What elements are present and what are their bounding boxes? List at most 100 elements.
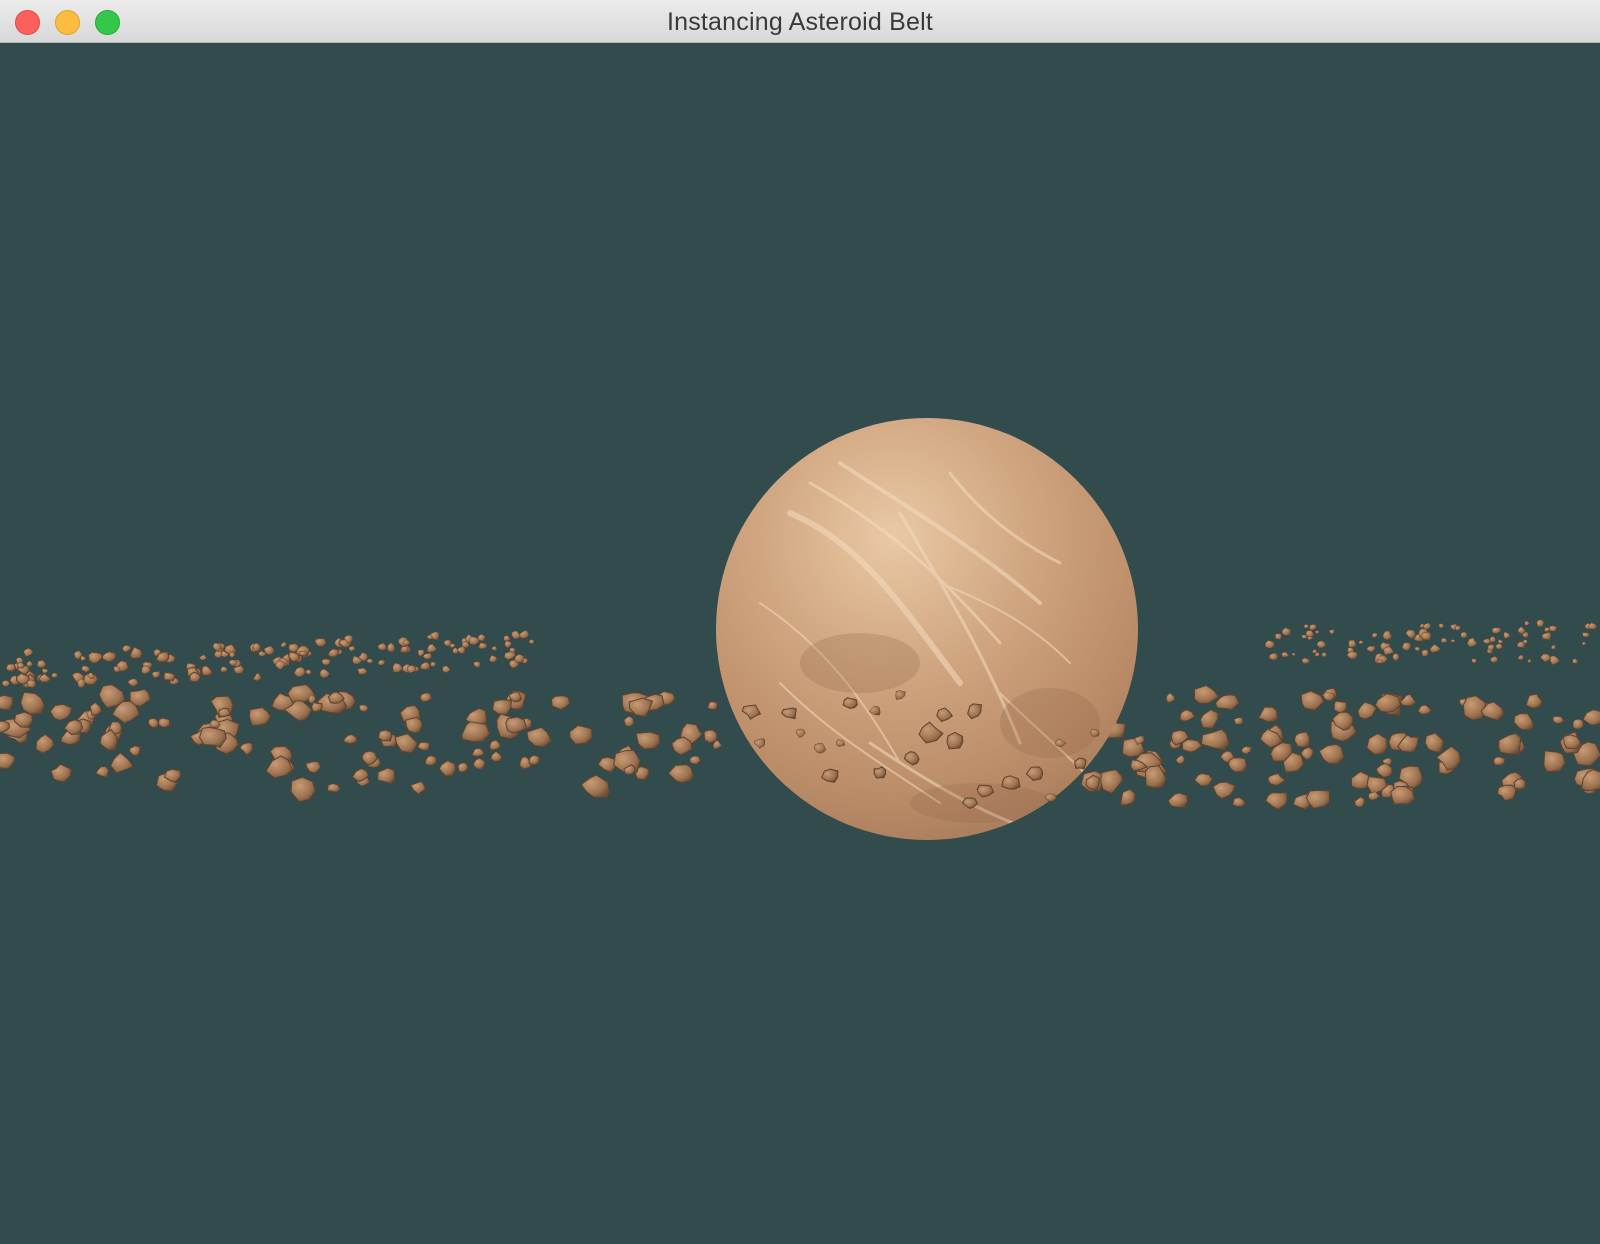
asteroid	[528, 639, 535, 644]
asteroid	[1268, 652, 1279, 661]
asteroid	[416, 741, 431, 752]
app-window: Instancing Asteroid Belt	[0, 0, 1600, 1244]
asteroid	[1375, 762, 1393, 779]
asteroid	[1424, 732, 1444, 754]
asteroid	[1366, 733, 1388, 756]
asteroid	[1429, 643, 1442, 653]
asteroid	[27, 679, 36, 688]
asteroid	[1193, 772, 1214, 787]
asteroid	[1543, 750, 1566, 773]
asteroid	[1536, 619, 1545, 628]
asteroid	[628, 697, 654, 718]
asteroid	[305, 669, 313, 675]
asteroid	[1383, 646, 1395, 656]
asteroid	[1231, 796, 1246, 808]
asteroid	[1541, 631, 1552, 641]
asteroid	[217, 707, 231, 718]
asteroid	[248, 706, 272, 727]
asteroid	[873, 766, 886, 779]
asteroid	[569, 724, 593, 745]
window-title: Instancing Asteroid Belt	[666, 8, 934, 36]
asteroid	[198, 726, 227, 749]
asteroid	[409, 780, 427, 796]
asteroid	[1134, 735, 1145, 745]
asteroid	[473, 661, 481, 668]
asteroid	[1315, 629, 1320, 634]
asteroid	[1074, 757, 1087, 770]
asteroid	[1525, 693, 1543, 709]
asteroid	[1552, 716, 1565, 724]
asteroid	[946, 731, 964, 750]
asteroid	[1423, 622, 1431, 630]
asteroid	[1257, 706, 1279, 723]
asteroid	[1581, 632, 1590, 638]
asteroid	[689, 755, 701, 765]
asteroid	[503, 651, 516, 661]
asteroid	[1167, 792, 1189, 808]
asteroid	[366, 658, 374, 664]
asteroid	[343, 733, 358, 745]
asteroid	[1417, 704, 1433, 716]
asteroid	[293, 666, 306, 678]
asteroid	[488, 739, 502, 751]
asteroid	[163, 671, 176, 682]
asteroid	[348, 645, 356, 652]
asteroid	[1305, 789, 1331, 810]
asteroid	[290, 776, 316, 803]
asteroid	[1462, 695, 1488, 721]
asteroid	[37, 660, 47, 668]
asteroid	[1571, 658, 1579, 664]
asteroid	[1460, 631, 1468, 639]
asteroid	[1346, 651, 1358, 660]
asteroid	[624, 715, 635, 727]
asteroid	[1100, 769, 1123, 795]
asteroid	[1199, 709, 1219, 729]
asteroid	[1357, 701, 1378, 720]
asteroid	[424, 754, 437, 766]
asteroid	[0, 752, 16, 770]
asteroid	[1497, 639, 1504, 644]
asteroid	[420, 661, 430, 670]
asteroid	[1491, 627, 1502, 634]
asteroid	[1166, 692, 1176, 703]
asteroid	[1267, 772, 1287, 787]
asteroid	[1305, 629, 1315, 638]
asteroid	[1517, 654, 1525, 661]
asteroid	[392, 662, 403, 673]
asteroid	[49, 703, 73, 722]
asteroid	[1492, 756, 1506, 766]
asteroid	[1333, 700, 1348, 714]
asteroid	[1179, 709, 1196, 723]
asteroid	[461, 721, 491, 743]
asteroid	[5, 663, 17, 672]
asteroid	[1227, 757, 1248, 773]
asteroid	[387, 642, 396, 653]
asteroid	[314, 637, 327, 648]
asteroid	[1368, 791, 1380, 801]
asteroid	[457, 761, 469, 773]
asteroid	[89, 701, 102, 716]
asteroid	[1281, 627, 1291, 636]
asteroid	[452, 647, 459, 654]
asteroid	[110, 752, 135, 774]
asteroid	[1399, 693, 1417, 707]
asteroid	[35, 733, 55, 754]
asteroid	[50, 763, 72, 783]
asteroid	[491, 646, 498, 651]
asteroid	[438, 760, 456, 777]
asteroid	[1496, 784, 1518, 802]
asteroid	[201, 664, 214, 676]
asteroid	[122, 645, 132, 653]
asteroid	[1527, 659, 1532, 663]
render-viewport[interactable]	[0, 43, 1600, 1244]
asteroid	[1540, 653, 1552, 663]
asteroid	[514, 653, 525, 663]
asteroid	[1548, 655, 1561, 666]
asteroid	[1354, 796, 1366, 808]
asteroid	[1440, 637, 1448, 644]
planet	[716, 418, 1138, 840]
asteroid	[1495, 643, 1503, 650]
asteroid	[1274, 633, 1282, 640]
title-bar[interactable]: Instancing Asteroid Belt	[0, 0, 1600, 43]
asteroid	[238, 741, 254, 756]
